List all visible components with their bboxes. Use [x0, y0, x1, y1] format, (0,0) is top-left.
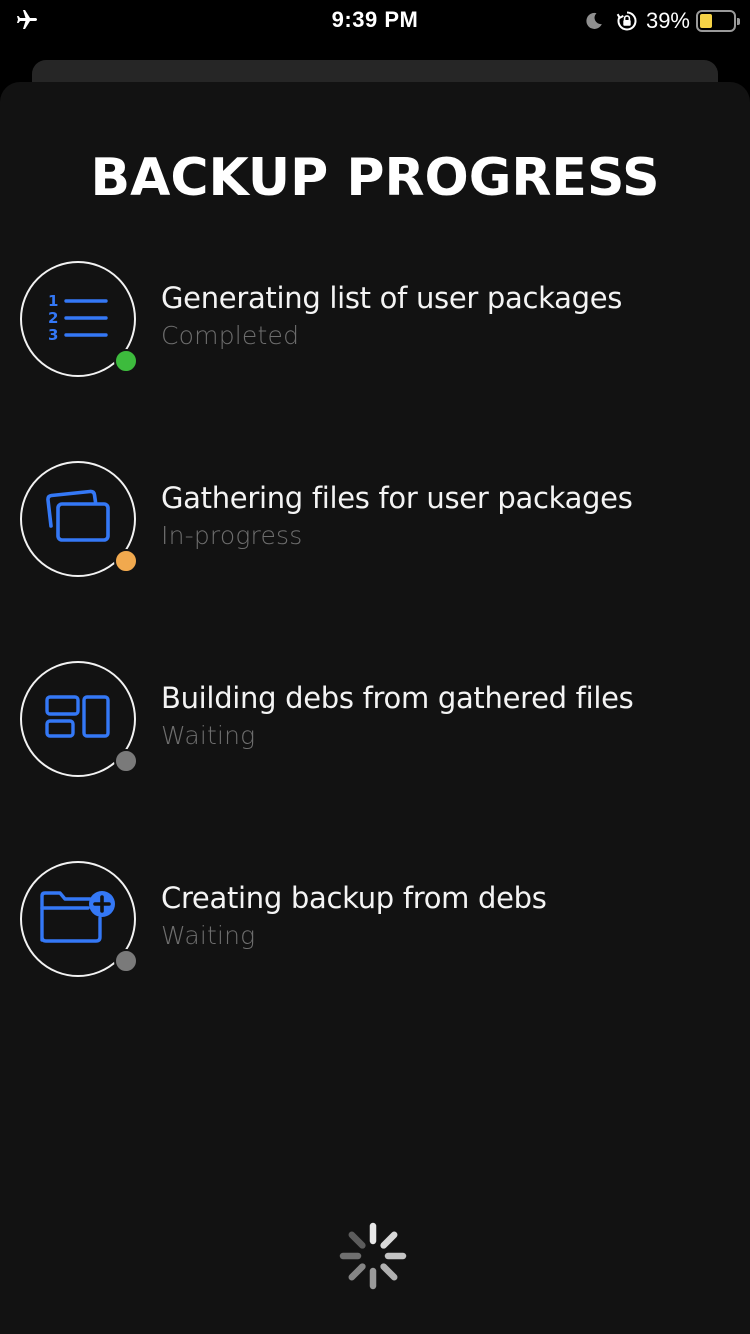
- step-text: Generating list of user packages Complet…: [161, 281, 731, 350]
- battery-percent: 39%: [645, 8, 690, 33]
- svg-text:3: 3: [48, 326, 58, 343]
- step-title: Creating backup from debs: [161, 881, 547, 915]
- step-title: Gathering files for user packages: [161, 481, 633, 515]
- step-status: Waiting: [161, 721, 256, 750]
- svg-text:1: 1: [48, 292, 58, 310]
- step-text: Gathering files for user packages In-pro…: [161, 481, 731, 550]
- status-dot-waiting: [114, 949, 138, 973]
- stacked-windows-icon: [43, 488, 113, 551]
- status-bar: 9:39 PM 39%: [0, 0, 750, 42]
- step-creating-backup: Creating backup from debs Waiting: [20, 861, 730, 981]
- activity-spinner-icon: [337, 1220, 409, 1292]
- status-dot-waiting: [114, 749, 138, 773]
- step-title: Generating list of user packages: [161, 281, 623, 315]
- grid-blocks-icon: [44, 694, 112, 745]
- moon-icon: [584, 11, 604, 31]
- battery-level-fill: [700, 14, 713, 28]
- orientation-lock-icon: [616, 10, 638, 32]
- status-icons: 39%: [584, 7, 740, 35]
- step-generating-list: 1 2 3 Generating list of user packages C…: [20, 261, 730, 381]
- step-status: Completed: [161, 321, 300, 350]
- svg-text:2: 2: [48, 309, 58, 327]
- step-text: Building debs from gathered files Waitin…: [161, 681, 731, 750]
- step-status: Waiting: [161, 921, 256, 950]
- step-title: Building debs from gathered files: [161, 681, 634, 715]
- step-status: In-progress: [161, 521, 303, 550]
- battery-icon: [696, 10, 740, 32]
- step-gathering-files: Gathering files for user packages In-pro…: [20, 461, 730, 581]
- step-text: Creating backup from debs Waiting: [161, 881, 731, 950]
- page-title: BACKUP PROGRESS: [90, 148, 660, 208]
- folder-plus-icon: [38, 888, 118, 951]
- numbered-list-icon: 1 2 3: [44, 291, 112, 348]
- step-building-debs: Building debs from gathered files Waitin…: [20, 661, 730, 781]
- status-dot-in-progress: [114, 549, 138, 573]
- status-dot-completed: [114, 349, 138, 373]
